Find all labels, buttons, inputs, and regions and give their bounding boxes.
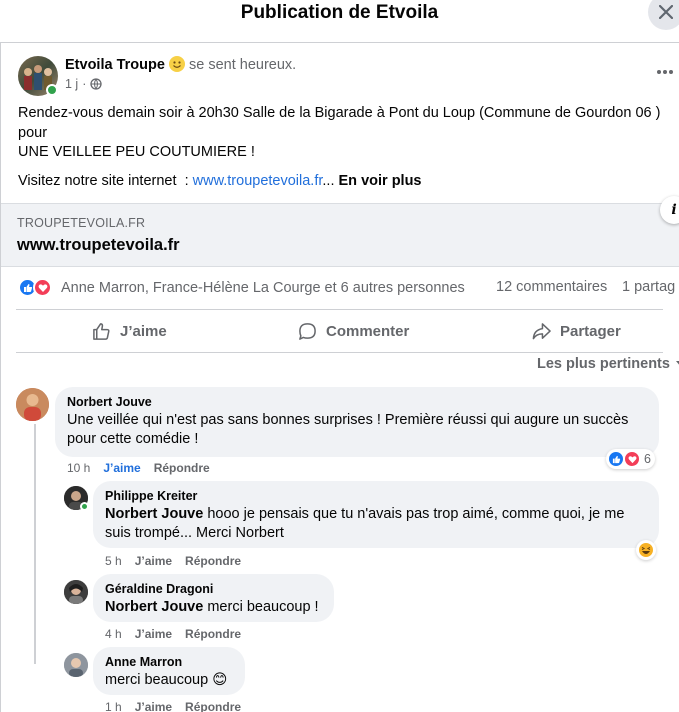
post-feeling: se sent heureux.: [188, 57, 297, 73]
comment-text-line: merci beaucoup !: [203, 599, 319, 615]
comment-button[interactable]: Commenter: [298, 313, 409, 349]
comment-icon: [299, 322, 316, 340]
comment-time[interactable]: 1 h: [105, 700, 122, 712]
website-link[interactable]: www.troupetevoila.fr: [193, 173, 323, 189]
comment-bubble: Philippe Kreiter Norbert Jouve hooo je p…: [93, 481, 659, 548]
comment-like-button[interactable]: J’aime: [135, 700, 172, 712]
comment-text-line: hooo je pensais que tu n'avais pas trop …: [203, 506, 625, 522]
post-options-button[interactable]: [656, 62, 674, 80]
comment-reactions[interactable]: 6: [606, 449, 655, 469]
comment-like-button[interactable]: J’aime: [103, 461, 140, 475]
comments-count[interactable]: 12 commentaires: [496, 279, 607, 295]
comment-text: merci beaucoup 😊: [105, 671, 233, 690]
share-icon: [532, 322, 551, 339]
love-reaction-icon: [623, 450, 641, 468]
reaction-names[interactable]: Anne Marron, France-Hélène La Courge et …: [61, 280, 465, 296]
post-text-line: UNE VEILLEE PEU COUTUMIERE !: [18, 144, 255, 160]
divider: [16, 309, 663, 310]
post-actions: J’aime Commenter Partager: [16, 313, 663, 349]
like-button[interactable]: J’aime: [92, 313, 167, 349]
comment-like-button[interactable]: J’aime: [135, 627, 172, 641]
comment-time[interactable]: 4 h: [105, 627, 122, 641]
link-domain: TROUPETEVOILA.FR: [17, 216, 146, 230]
info-icon: i: [671, 202, 677, 218]
comment-author[interactable]: Géraldine Dragoni: [105, 582, 322, 596]
thumbs-up-icon: [93, 322, 110, 340]
post-text-line: Rendez-vous demain soir à 20h30 Salle de…: [18, 105, 661, 121]
post-meta: 1 j ·: [65, 77, 103, 91]
comment-reply-button[interactable]: Répondre: [185, 554, 241, 568]
mention-link[interactable]: Norbert Jouve: [105, 599, 203, 615]
love-reaction-icon: [33, 278, 52, 297]
comment-text-line: Une veillée qui n'est pas sans bonnes su…: [67, 412, 629, 428]
comment-text: Norbert Jouve merci beaucoup !: [105, 598, 322, 617]
comment-reply-button[interactable]: Répondre: [154, 461, 210, 475]
comment-meta: 1 h J’aime Répondre: [105, 700, 241, 712]
dialog-title: Publication de Etvoila: [240, 2, 439, 23]
comment-time[interactable]: 5 h: [105, 554, 122, 568]
avatar[interactable]: [64, 580, 88, 604]
avatar[interactable]: [16, 388, 49, 421]
share-button[interactable]: Partager: [532, 313, 621, 349]
post-text-line: pour: [18, 124, 48, 141]
comment-time[interactable]: 10 h: [67, 461, 90, 475]
comment-meta: 4 h J’aime Répondre: [105, 627, 241, 641]
comment-text-line: merci beaucoup: [105, 672, 209, 688]
like-label: J’aime: [120, 322, 167, 340]
comment-meta: 5 h J’aime Répondre: [105, 554, 241, 568]
comment-label: Commenter: [326, 322, 410, 340]
comment-bubble: Géraldine Dragoni Norbert Jouve merci be…: [93, 574, 334, 622]
post-author-name[interactable]: Etvoila Troupe: [65, 57, 165, 73]
share-label: Partager: [560, 322, 621, 340]
post-author-line: Etvoila Troupe se sent heureux.: [65, 56, 296, 73]
see-more-link[interactable]: En voir plus: [339, 173, 422, 189]
close-button[interactable]: [648, 0, 679, 30]
mention-link[interactable]: Norbert Jouve: [105, 506, 203, 522]
comment-text: Norbert Jouve hooo je pensais que tu n'a…: [105, 505, 647, 543]
avatar[interactable]: [64, 653, 88, 677]
ellipsis: ...: [322, 173, 335, 189]
reaction-icons[interactable]: [18, 278, 52, 297]
comment-reply-button[interactable]: Répondre: [185, 700, 241, 712]
thread-line: [34, 424, 36, 664]
comment-text: Une veillée qui n'est pas sans bonnes su…: [67, 411, 647, 449]
reactions-summary: Anne Marron, France-Hélène La Courge et …: [18, 278, 679, 300]
online-indicator: [46, 84, 58, 96]
post-body: Rendez-vous demain soir à 20h30 Salle de…: [18, 104, 673, 163]
online-indicator: [80, 502, 89, 511]
comment-reaction-count: 6: [644, 452, 651, 466]
comment-author[interactable]: Anne Marron: [105, 655, 233, 669]
comment-like-button[interactable]: J’aime: [135, 554, 172, 568]
comment-reply-button[interactable]: Répondre: [185, 627, 241, 641]
smile-emoji-icon: 😊: [212, 672, 228, 688]
comment-meta: 10 h J’aime Répondre: [67, 461, 210, 475]
divider: [16, 352, 663, 353]
link-headline: www.troupetevoila.fr: [17, 236, 180, 254]
post-time[interactable]: 1 j: [65, 77, 78, 91]
shares-count[interactable]: 1 partag: [622, 279, 675, 295]
comment-text-line: pour cette comédie !: [67, 431, 199, 447]
comment-reactions[interactable]: [636, 540, 656, 560]
comment-bubble: Anne Marron merci beaucoup 😊: [93, 647, 245, 695]
comment-sort-dropdown[interactable]: Les plus pertinents: [537, 356, 679, 372]
website-prefix: Visitez notre site internet :: [18, 173, 193, 189]
meta-separator: ·: [82, 77, 87, 91]
sort-label: Les plus pertinents: [537, 356, 670, 372]
happy-emoji-icon: [168, 56, 185, 72]
comment-bubble: Norbert Jouve Une veillée qui n'est pas …: [55, 387, 659, 457]
globe-icon: [90, 78, 103, 90]
haha-reaction-icon: [637, 541, 655, 559]
dialog-header: Publication de Etvoila: [0, 0, 679, 40]
comment-text-line: suis trompé... Merci Norbert: [105, 525, 284, 541]
link-preview-card[interactable]: TROUPETEVOILA.FR www.troupetevoila.fr: [1, 203, 679, 267]
more-icon: [657, 70, 673, 74]
post-website-line: Visitez notre site internet : www.troupe…: [18, 173, 422, 189]
comment-author[interactable]: Philippe Kreiter: [105, 489, 647, 503]
close-icon: [659, 5, 673, 19]
comment-author[interactable]: Norbert Jouve: [67, 395, 647, 409]
